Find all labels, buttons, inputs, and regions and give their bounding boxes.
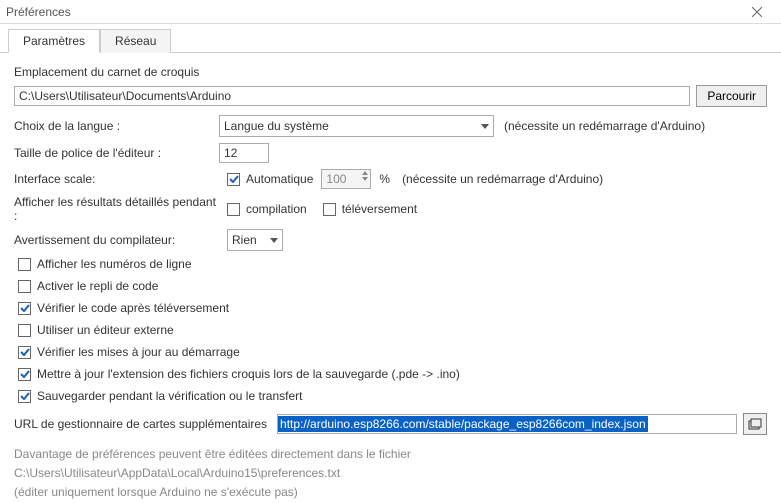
scale-value: 100 (326, 172, 346, 186)
checkbox-icon (227, 173, 240, 186)
warnings-label: Avertissement du compilateur: (14, 233, 219, 247)
sketchbook-heading: Emplacement du carnet de croquis (14, 65, 767, 79)
footer-note: Davantage de préférences peuvent être éd… (14, 445, 767, 503)
warnings-value: Rien (232, 233, 257, 247)
scale-restart-note: (nécessite un redémarrage d'Arduino) (402, 172, 603, 186)
language-restart-note: (nécessite un redémarrage d'Arduino) (504, 119, 705, 133)
boards-url-input[interactable]: http://arduino.esp8266.com/stable/packag… (277, 414, 737, 434)
boards-url-label: URL de gestionnaire de cartes supplément… (14, 417, 267, 431)
tabs: Paramètres Réseau (0, 24, 781, 53)
browse-button[interactable]: Parcourir (696, 85, 767, 107)
save-on-verify-label: Sauvegarder pendant la vérification ou l… (37, 389, 303, 403)
boards-url-value: http://arduino.esp8266.com/stable/packag… (278, 416, 648, 432)
scale-auto-label: Automatique (246, 172, 313, 186)
checkbox-icon (18, 302, 31, 315)
check-updates-label: Vérifier les mises à jour au démarrage (37, 345, 240, 359)
language-label: Choix de la langue : (14, 119, 219, 133)
scale-auto-checkbox[interactable]: Automatique (227, 172, 313, 186)
update-extension-label: Mettre à jour l'extension des fichiers c… (37, 367, 460, 381)
settings-panel: Emplacement du carnet de croquis Parcour… (0, 53, 781, 503)
save-on-verify-checkbox[interactable]: Sauvegarder pendant la vérification ou l… (18, 389, 303, 403)
footer-line3: (éditer uniquement lorsque Arduino ne s'… (14, 483, 767, 502)
update-extension-checkbox[interactable]: Mettre à jour l'extension des fichiers c… (18, 367, 460, 381)
verify-after-upload-checkbox[interactable]: Vérifier le code après téléversement (18, 301, 229, 315)
checkbox-icon (227, 203, 240, 216)
line-numbers-label: Afficher les numéros de ligne (37, 257, 192, 271)
tab-network[interactable]: Réseau (100, 29, 171, 53)
verify-after-upload-label: Vérifier le code après téléversement (37, 301, 229, 315)
checkbox-icon (323, 203, 336, 216)
close-button[interactable] (737, 0, 777, 24)
verbose-upload-label: téléversement (342, 202, 417, 216)
checkbox-icon (18, 258, 31, 271)
checkbox-icon (18, 346, 31, 359)
verbose-label: Afficher les résultats détaillés pendant… (14, 195, 219, 223)
verbose-upload-checkbox[interactable]: téléversement (323, 202, 417, 216)
external-editor-label: Utiliser un éditeur externe (37, 323, 174, 337)
boards-url-expand-button[interactable] (743, 413, 767, 435)
verbose-compile-checkbox[interactable]: compilation (227, 202, 307, 216)
checkbox-icon (18, 280, 31, 293)
sketchbook-path-input[interactable] (14, 86, 690, 106)
code-folding-label: Activer le repli de code (37, 279, 158, 293)
scale-spinner[interactable]: 100 (321, 169, 371, 189)
language-select[interactable]: Langue du système (219, 115, 494, 137)
fontsize-input[interactable] (219, 143, 269, 163)
checkbox-icon (18, 368, 31, 381)
code-folding-checkbox[interactable]: Activer le repli de code (18, 279, 158, 293)
verbose-compile-label: compilation (246, 202, 307, 216)
footer-line1: Davantage de préférences peuvent être éd… (14, 445, 767, 464)
line-numbers-checkbox[interactable]: Afficher les numéros de ligne (18, 257, 192, 271)
window-title: Préférences (6, 5, 71, 19)
external-editor-checkbox[interactable]: Utiliser un éditeur externe (18, 323, 174, 337)
scale-percent: % (379, 172, 390, 186)
scale-label: Interface scale: (14, 172, 219, 186)
close-icon (752, 7, 762, 17)
footer-prefs-path: C:\Users\Utilisateur\AppData\Local\Ardui… (14, 464, 767, 483)
checkbox-icon (18, 324, 31, 337)
tab-settings[interactable]: Paramètres (8, 29, 100, 53)
chevron-down-icon (481, 124, 489, 129)
warnings-select[interactable]: Rien (227, 229, 283, 251)
titlebar: Préférences (0, 0, 781, 24)
checkbox-icon (18, 390, 31, 403)
fontsize-label: Taille de police de l'éditeur : (14, 146, 219, 160)
spinner-arrows-icon (362, 171, 368, 181)
check-updates-checkbox[interactable]: Vérifier les mises à jour au démarrage (18, 345, 240, 359)
language-value: Langue du système (224, 119, 329, 133)
chevron-down-icon (270, 238, 278, 243)
window-icon (748, 418, 762, 430)
